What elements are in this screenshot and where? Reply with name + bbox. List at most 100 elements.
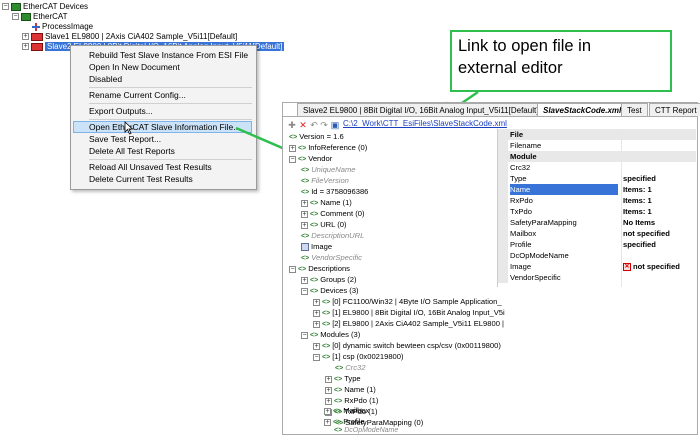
prop-category-module[interactable]: Module — [498, 151, 696, 162]
xml-attr-icon: <> — [301, 255, 310, 262]
tree-fileversion[interactable]: <> FileVersion — [301, 175, 349, 186]
prop-row-rxpdo[interactable]: RxPdo Items: 1 — [498, 195, 696, 206]
expand-icon[interactable]: + — [313, 320, 320, 328]
xml-node-icon: <> — [310, 222, 319, 229]
tree-url[interactable]: + <> URL (0) — [301, 219, 347, 230]
save-icon[interactable]: ▣ — [330, 120, 340, 130]
add-icon[interactable]: ✚ — [287, 120, 297, 130]
xml-node-icon: <> — [334, 398, 343, 405]
tree-module-name[interactable]: + <> Name (1) — [325, 384, 376, 395]
prop-row-name[interactable]: Name Items: 1 — [498, 184, 696, 195]
xml-node-icon: <> — [310, 211, 319, 218]
expand-icon[interactable]: + — [301, 199, 308, 207]
tree-devices[interactable]: − <> Devices (3) — [301, 285, 359, 296]
xml-node-icon: <> — [322, 321, 331, 328]
property-grid: File Filename Module Crc32 Type specified… — [497, 129, 696, 287]
tree-vendor[interactable]: − <> Vendor — [289, 153, 332, 164]
xml-node-icon: <> — [310, 332, 319, 339]
prop-column-divider — [621, 129, 622, 287]
prop-row-image[interactable]: Image ✕ not specified — [498, 261, 696, 272]
expand-icon[interactable]: + — [313, 309, 320, 317]
xml-node-icon: <> — [333, 419, 342, 426]
tree-mailbox[interactable]: + <> Mailbox — [324, 405, 369, 416]
prop-row-safetyparamapping[interactable]: SafetyParaMapping No Items — [498, 217, 696, 228]
tree-modules[interactable]: − <> Modules (3) — [301, 329, 360, 340]
delete-icon[interactable]: ✕ — [298, 120, 308, 130]
image-icon — [301, 243, 309, 251]
xml-attr-icon: <> — [301, 189, 310, 196]
tree-module-0[interactable]: + <> [0] dynamic switch bewteen csp/csv (0… — [313, 340, 501, 351]
tree-type[interactable]: + <> Type — [325, 373, 361, 384]
xml-node-icon: <> — [310, 277, 319, 284]
tab-slave2[interactable]: Slave2 EL9800 | 8Bit Digital I/O, 16Bit … — [297, 103, 545, 116]
xml-node-icon: <> — [298, 156, 307, 163]
xml-node-icon: <> — [298, 145, 307, 152]
undo-icon[interactable]: ↶ — [309, 120, 319, 130]
xml-node-icon: <> — [322, 343, 331, 350]
prop-row-dcopmodename[interactable]: DcOpModeName — [498, 250, 696, 261]
prop-row-type[interactable]: Type specified — [498, 173, 696, 184]
xml-attr-icon: <> — [289, 134, 298, 141]
tree-vendorspecific[interactable]: <> VendorSpecific — [301, 252, 362, 263]
expand-icon[interactable]: + — [313, 342, 320, 350]
tab-slavestackcode[interactable]: SlaveStackCode.xml — [537, 103, 628, 117]
tree-descriptions[interactable]: − <> Descriptions — [289, 263, 350, 274]
tree-image[interactable]: Image — [301, 241, 332, 252]
file-link[interactable]: C:\2_Work\CTT_EsiFiles\SlaveStackCode.xm… — [343, 119, 507, 128]
tree-device-1[interactable]: + <> [1] EL9800 | 8Bit Digital I/O, 16Bit … — [313, 307, 505, 318]
prop-row-crc32[interactable]: Crc32 — [498, 162, 696, 173]
expand-icon[interactable]: + — [324, 418, 331, 426]
prop-row-filename[interactable]: Filename — [498, 140, 696, 151]
expand-icon[interactable]: + — [301, 221, 308, 229]
tree-device-0[interactable]: + <> [0] FC1100/Win32 | 4Byte I/O Sample A… — [313, 296, 502, 307]
collapse-icon[interactable]: − — [313, 353, 320, 361]
broken-image-icon: ✕ — [623, 263, 631, 271]
xml-attr-icon: <> — [335, 365, 344, 372]
collapse-icon[interactable]: − — [289, 265, 296, 273]
xml-attr-icon: <> — [301, 178, 310, 185]
tree-module-1[interactable]: − <> [1] csp (0x00219800) — [313, 351, 404, 362]
xml-attr-icon: <> — [301, 167, 310, 174]
expand-icon[interactable]: + — [289, 144, 296, 152]
prop-row-vendorspecific[interactable]: VendorSpecific — [498, 272, 696, 283]
tab-test[interactable]: Test — [621, 103, 648, 116]
expand-icon[interactable]: + — [301, 276, 308, 284]
tree-device-2[interactable]: + <> [2] EL9800 | 2Axis CiA402 Sample_V5i1… — [313, 318, 504, 329]
prop-row-mailbox[interactable]: Mailbox not specified — [498, 228, 696, 239]
tree-uniquename[interactable]: <> UniqueName — [301, 164, 356, 175]
xml-attr-icon: <> — [301, 233, 310, 240]
xml-node-icon: <> — [298, 266, 307, 273]
xml-node-icon: <> — [310, 200, 319, 207]
expand-icon[interactable]: + — [325, 386, 332, 394]
xml-node-icon: <> — [322, 354, 331, 361]
tree-groups[interactable]: + <> Groups (2) — [301, 274, 356, 285]
tree-crc32[interactable]: <> Crc32 — [335, 362, 365, 373]
xml-node-icon: <> — [334, 387, 343, 394]
tab-ctt-report[interactable]: CTT Report — [649, 103, 700, 116]
collapse-icon[interactable]: − — [289, 155, 296, 163]
expand-icon[interactable]: + — [313, 298, 320, 306]
collapse-icon[interactable]: − — [301, 287, 308, 295]
collapse-icon[interactable]: − — [301, 331, 308, 339]
tree-id[interactable]: <> Id = 3758096386 — [301, 186, 368, 197]
tree-version[interactable]: <> Version = 1.6 — [289, 131, 344, 142]
expand-icon[interactable]: + — [325, 375, 332, 383]
xml-attr-icon: <> — [334, 427, 343, 434]
expand-icon[interactable]: + — [301, 210, 308, 218]
prop-row-profile[interactable]: Profile specified — [498, 239, 696, 250]
expand-icon[interactable]: + — [324, 407, 331, 415]
redo-icon[interactable]: ↷ — [319, 120, 329, 130]
tree-descriptionurl[interactable]: <> DescriptionURL — [301, 230, 364, 241]
xml-node-icon: <> — [334, 376, 343, 383]
xml-node-icon: <> — [322, 299, 331, 306]
tab-strip-border — [283, 116, 697, 117]
expand-icon[interactable]: + — [325, 397, 332, 405]
tree-inforeference[interactable]: + <> InfoReference (0) — [289, 142, 367, 153]
tree-name[interactable]: + <> Name (1) — [301, 197, 352, 208]
prop-row-txpdo[interactable]: TxPdo Items: 1 — [498, 206, 696, 217]
xml-node-icon: <> — [333, 408, 342, 415]
xml-node-icon: <> — [310, 288, 319, 295]
tree-dcopmodename[interactable]: <> DcOpModeName — [334, 426, 398, 435]
tree-comment[interactable]: + <> Comment (0) — [301, 208, 365, 219]
prop-category-file[interactable]: File — [498, 129, 696, 140]
